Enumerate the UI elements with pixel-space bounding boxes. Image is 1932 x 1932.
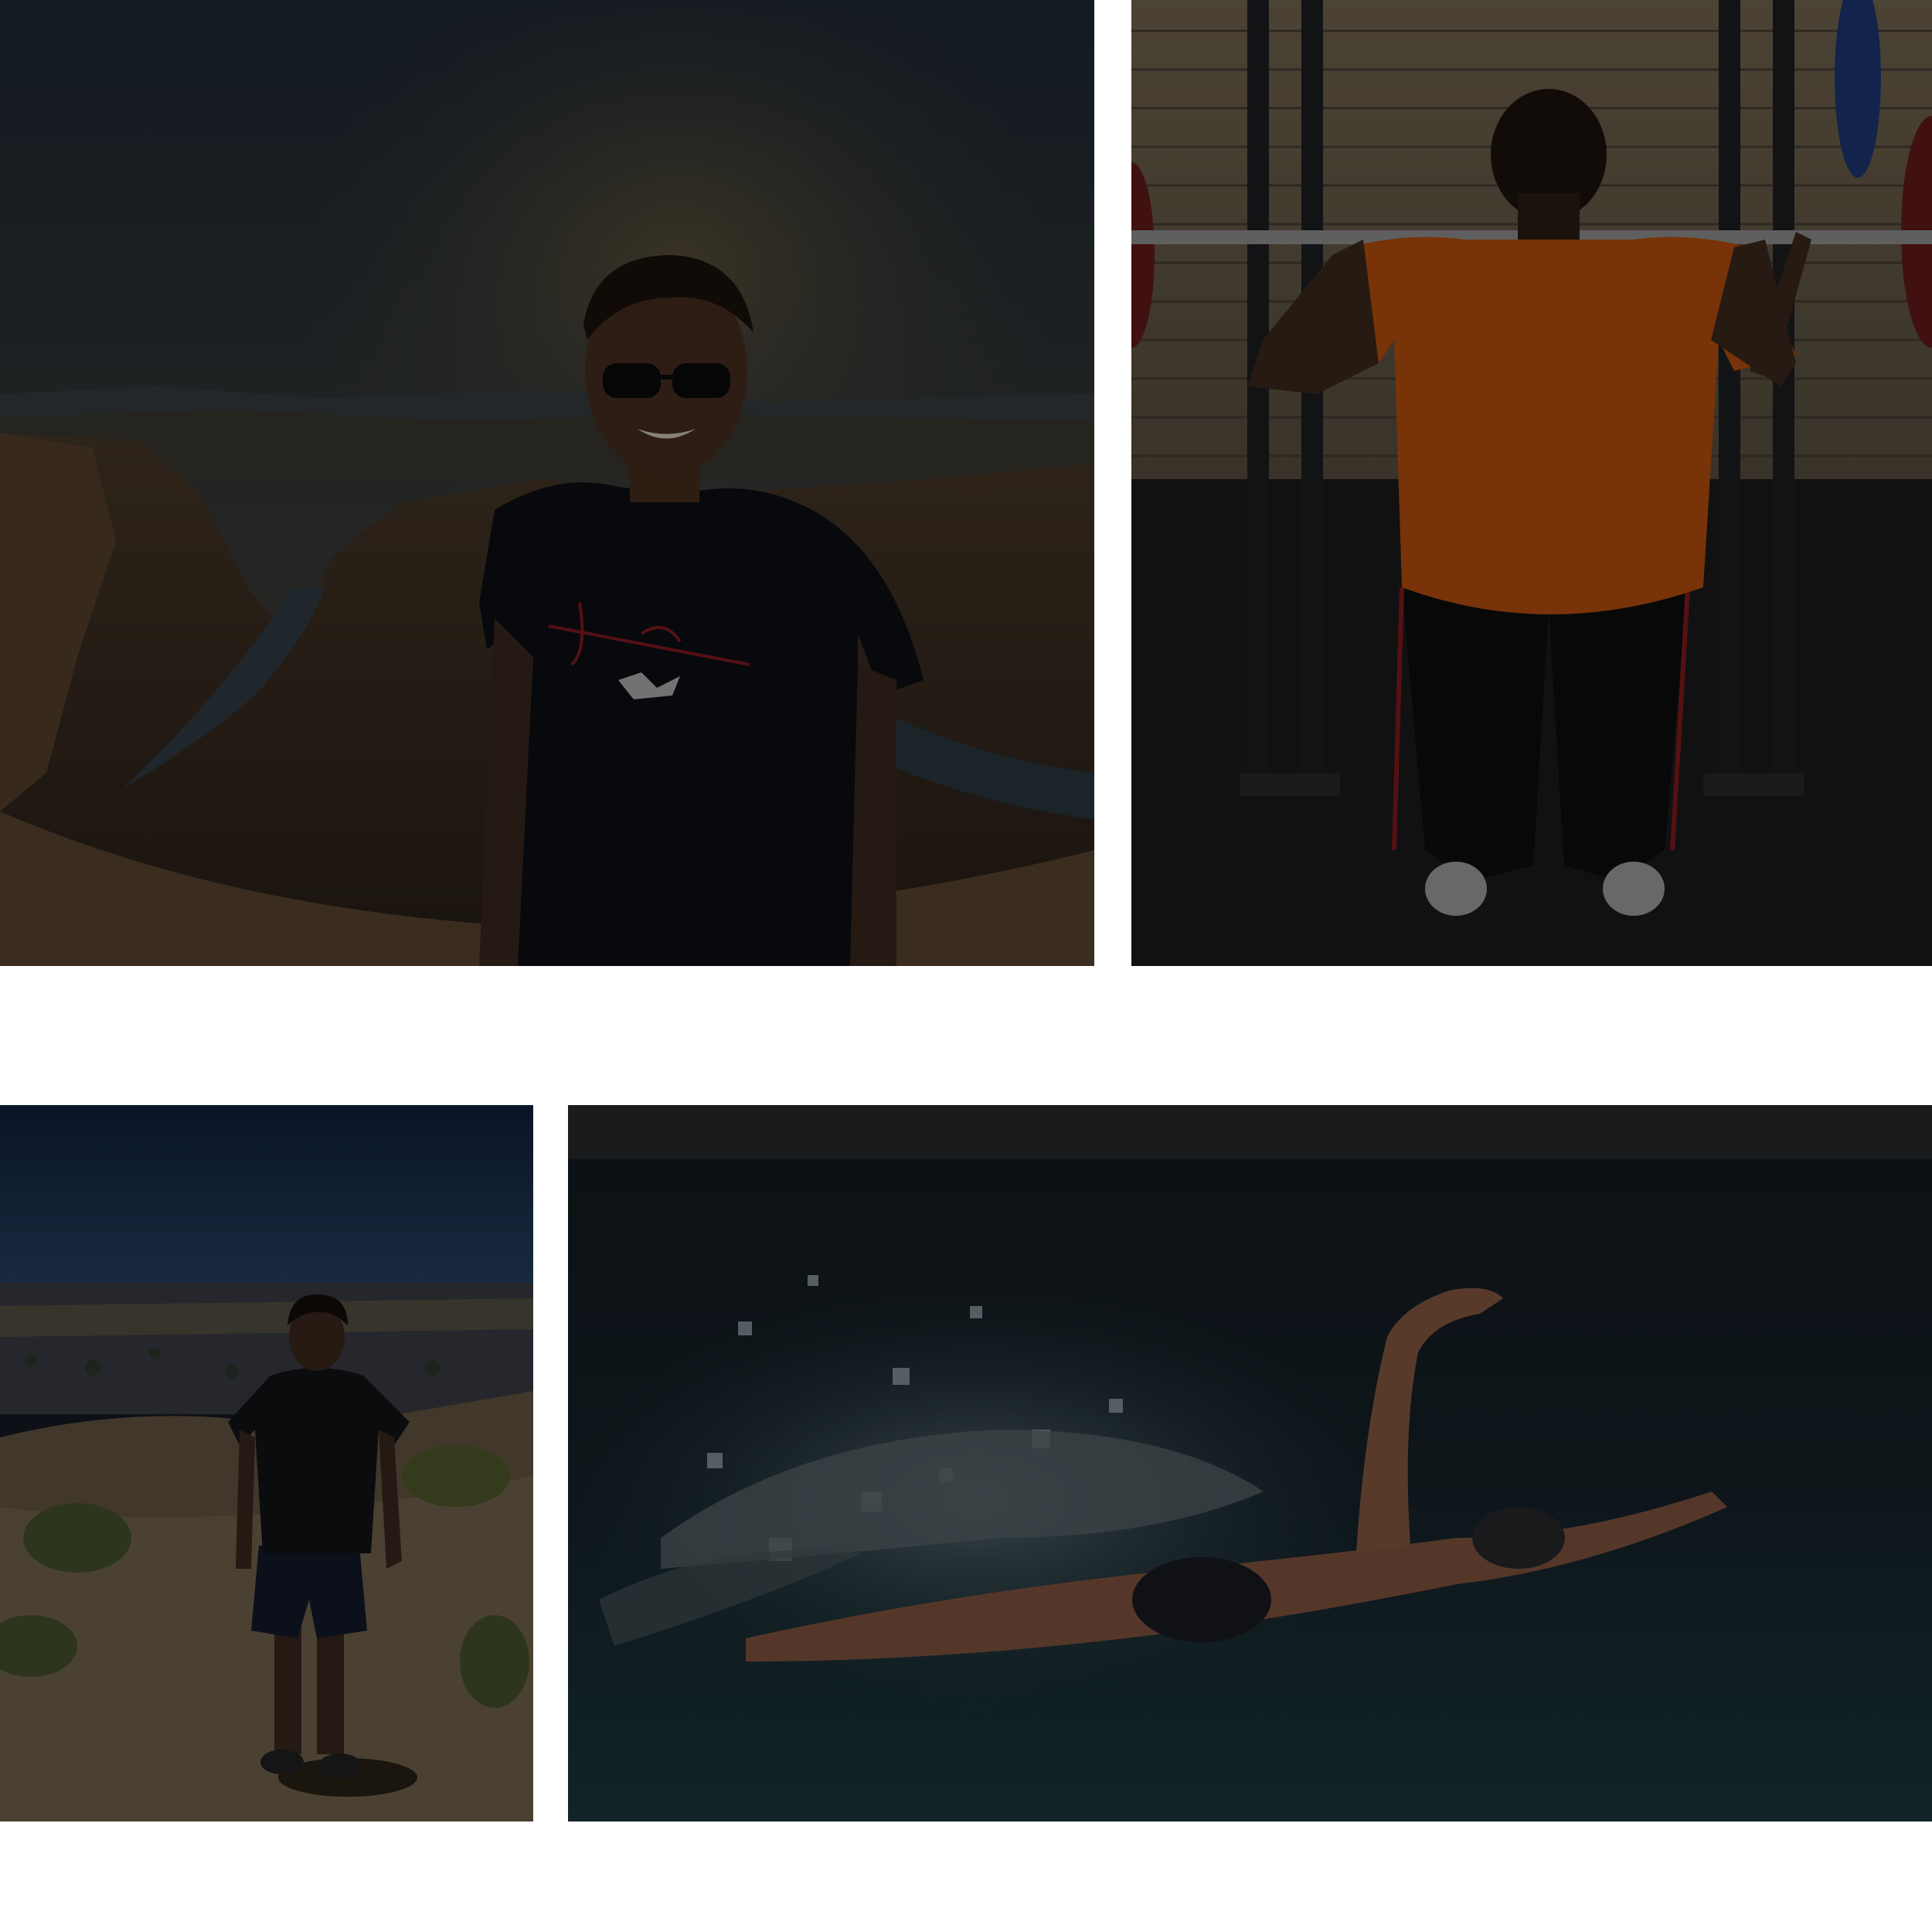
photo-gym	[1131, 0, 1932, 966]
photo-canyon	[0, 0, 1094, 966]
photo-swim	[568, 1105, 1932, 1821]
photo-hike	[0, 1105, 533, 1821]
